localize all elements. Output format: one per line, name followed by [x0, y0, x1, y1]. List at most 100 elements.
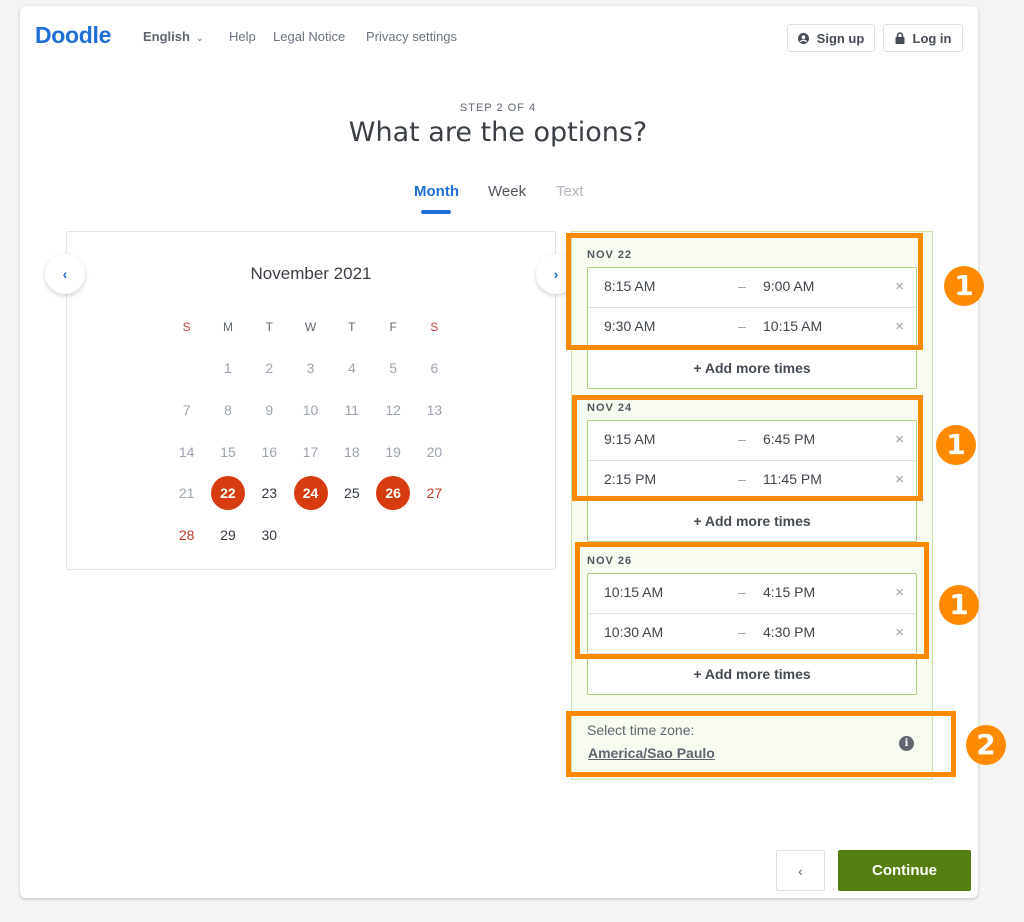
calendar-week-row: 21 22 23 24 25 26 27: [166, 472, 456, 514]
calendar-week-row: 7 8 9 10 11 12 13: [166, 389, 456, 431]
option-date-label: NOV 26: [587, 555, 633, 567]
add-more-times-button[interactable]: + Add more times: [588, 501, 916, 541]
start-time-input[interactable]: 9:15 AM: [604, 431, 655, 447]
time-slot-row: 2:15 PM – 11:45 PM ×: [588, 461, 916, 501]
timezone-label: Select time zone:: [587, 722, 695, 738]
remove-slot-icon[interactable]: ×: [895, 278, 904, 295]
end-time-input[interactable]: 6:45 PM: [763, 431, 815, 447]
weekday-label: M: [222, 319, 233, 334]
calendar-day: 6: [414, 351, 455, 385]
time-separator: –: [738, 584, 746, 600]
day-number: 12: [385, 401, 401, 418]
calendar-day: 7: [166, 393, 207, 427]
end-time-input[interactable]: 10:15 AM: [763, 318, 822, 334]
remove-slot-icon[interactable]: ×: [895, 584, 904, 601]
lock-icon: [895, 32, 904, 44]
day-number: 10: [302, 401, 319, 418]
timezone-link[interactable]: America/Sao Paulo: [588, 745, 715, 761]
language-selector[interactable]: English ⌄: [143, 29, 204, 44]
calendar-grid: S M T W T F S 1 2 3 4 5 6 7 8 9 10 11 12 13 14 15 16 17 18 19 20 21…: [166, 306, 456, 556]
calendar-day[interactable]: 27: [414, 476, 455, 510]
day-number: 5: [389, 360, 398, 377]
annotation-badge-1: 1: [939, 585, 979, 625]
calendar-day: 4: [331, 351, 372, 385]
time-separator: –: [738, 471, 746, 487]
start-time-input[interactable]: 10:15 AM: [604, 584, 663, 600]
day-number: 21: [178, 485, 195, 502]
day-number: 6: [430, 360, 439, 377]
empty-day-cell: [290, 518, 331, 552]
end-time-input[interactable]: 9:00 AM: [763, 278, 814, 294]
start-time-input[interactable]: 8:15 AM: [604, 278, 655, 294]
empty-day-cell: [331, 518, 372, 552]
remove-slot-icon[interactable]: ×: [895, 318, 904, 335]
calendar-day[interactable]: 23: [249, 476, 290, 510]
time-slot-row: 10:30 AM – 4:30 PM ×: [588, 614, 916, 654]
doodle-logo[interactable]: Doodle: [35, 22, 111, 49]
start-time-input[interactable]: 2:15 PM: [604, 471, 656, 487]
help-link[interactable]: Help: [229, 29, 256, 44]
day-number: 19: [385, 443, 401, 460]
log-in-button[interactable]: Log in: [883, 24, 963, 52]
day-number: 14: [178, 443, 195, 460]
remove-slot-icon[interactable]: ×: [895, 431, 904, 448]
start-time-input[interactable]: 10:30 AM: [604, 624, 663, 640]
calendar-week-row: 1 2 3 4 5 6: [166, 348, 456, 390]
previous-month-button[interactable]: ‹: [45, 254, 85, 294]
time-slot-group: 8:15 AM – 9:00 AM × 9:30 AM – 10:15 AM × + Add m…: [587, 267, 917, 389]
end-time-input[interactable]: 4:15 PM: [763, 584, 815, 600]
legal-notice-link[interactable]: Legal Notice: [273, 29, 345, 44]
start-time-input[interactable]: 9:30 AM: [604, 318, 655, 334]
day-number: 18: [344, 443, 360, 460]
step-indicator: STEP 2 OF 4: [459, 102, 537, 114]
privacy-settings-link[interactable]: Privacy settings: [366, 29, 457, 44]
empty-day-cell: [372, 518, 413, 552]
time-slot-group: 9:15 AM – 6:45 PM × 2:15 PM – 11:45 PM × + Add m…: [587, 420, 917, 542]
day-number: 13: [426, 401, 443, 418]
option-date-label: NOV 22: [587, 249, 633, 261]
time-slot-row: 9:15 AM – 6:45 PM ×: [588, 421, 916, 461]
sign-up-button[interactable]: Sign up: [787, 24, 875, 52]
time-slot-row: 10:15 AM – 4:15 PM ×: [588, 574, 916, 614]
day-number: 22: [210, 476, 245, 511]
tab-text[interactable]: Text: [556, 183, 584, 200]
time-separator: –: [738, 624, 746, 640]
remove-slot-icon[interactable]: ×: [895, 471, 904, 488]
time-separator: –: [738, 431, 746, 447]
day-number: 1: [224, 360, 232, 377]
weekday-label: S: [430, 319, 439, 334]
calendar-day: 17: [290, 435, 331, 469]
next-month-button[interactable]: ›: [536, 254, 576, 294]
annotation-badge-1: 1: [936, 425, 976, 465]
day-number: 25: [344, 485, 360, 502]
calendar-day[interactable]: 25: [331, 476, 372, 510]
calendar-day: 1: [207, 351, 248, 385]
tab-month[interactable]: Month: [414, 183, 459, 200]
calendar-day[interactable]: 30: [249, 518, 290, 552]
tab-week[interactable]: Week: [488, 183, 526, 200]
add-more-times-button[interactable]: + Add more times: [588, 348, 916, 388]
end-time-input[interactable]: 11:45 PM: [763, 471, 822, 487]
calendar-day: 9: [249, 393, 290, 427]
time-slot-row: 8:15 AM – 9:00 AM ×: [588, 268, 916, 308]
calendar-day: 20: [414, 435, 455, 469]
calendar-day: 19: [372, 435, 413, 469]
calendar-day[interactable]: 28: [166, 518, 207, 552]
weekday-label: F: [389, 319, 397, 334]
empty-day-cell: [166, 351, 207, 385]
calendar-day: 12: [372, 393, 413, 427]
calendar-day-selected[interactable]: 26: [372, 476, 413, 511]
back-button[interactable]: ‹: [776, 850, 825, 891]
empty-day-cell: [414, 518, 455, 552]
day-number: 7: [182, 401, 191, 418]
calendar-day[interactable]: 29: [207, 518, 248, 552]
end-time-input[interactable]: 4:30 PM: [763, 624, 815, 640]
time-separator: –: [738, 318, 746, 334]
add-more-times-button[interactable]: + Add more times: [588, 654, 916, 694]
info-icon[interactable]: i: [899, 736, 914, 751]
remove-slot-icon[interactable]: ×: [895, 624, 904, 641]
calendar-day-selected[interactable]: 22: [207, 476, 248, 511]
continue-button[interactable]: Continue: [838, 850, 971, 891]
calendar-day-selected[interactable]: 24: [290, 476, 331, 511]
day-number: 11: [344, 401, 360, 418]
